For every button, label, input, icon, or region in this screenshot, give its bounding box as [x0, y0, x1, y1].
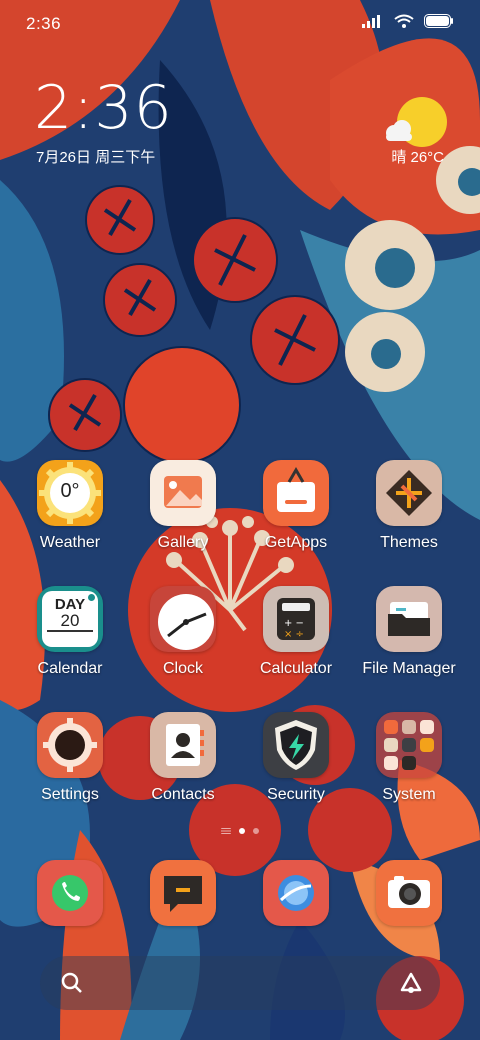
- weather-widget-temp[interactable]: 晴 26°C: [391, 146, 444, 167]
- app-label: Gallery: [157, 534, 209, 551]
- app-system-folder[interactable]: System: [353, 712, 465, 804]
- app-contacts[interactable]: Contacts: [127, 712, 239, 804]
- page-list-indicator[interactable]: [221, 828, 231, 834]
- calculator-icon: + − × ÷: [263, 586, 329, 652]
- status-icons: [362, 14, 454, 28]
- app-label: Weather: [39, 534, 101, 551]
- battery-icon: [424, 14, 453, 28]
- app-gallery[interactable]: Gallery: [127, 460, 239, 552]
- dock-phone[interactable]: [14, 860, 126, 926]
- folder-grid-icon: [376, 712, 442, 778]
- app-calendar[interactable]: DAY 20 Calendar: [14, 586, 126, 678]
- dock-messages[interactable]: [127, 860, 239, 926]
- app-vault-icon[interactable]: [398, 970, 424, 996]
- weather-tile-temp: 0°: [60, 480, 80, 502]
- themes-icon: [376, 460, 442, 526]
- browser-icon: [263, 860, 329, 926]
- dock: [0, 860, 480, 930]
- camera-icon: [376, 860, 442, 926]
- contacts-icon: [150, 712, 216, 778]
- clock-icon: [150, 586, 216, 652]
- app-file-manager[interactable]: File Manager: [353, 586, 465, 678]
- app-label: File Manager: [362, 660, 456, 677]
- app-label: Clock: [162, 660, 203, 677]
- gallery-icon: [150, 460, 216, 526]
- page-dot-active[interactable]: [239, 828, 245, 834]
- clock-widget-time[interactable]: 2:36: [34, 78, 173, 138]
- app-label: Themes: [380, 534, 438, 551]
- app-label: System: [382, 786, 436, 803]
- app-label: GetApps: [264, 534, 328, 551]
- gear-icon: [37, 712, 103, 778]
- app-security[interactable]: Security: [240, 712, 352, 804]
- app-label: Settings: [41, 786, 99, 803]
- shield-icon: [263, 712, 329, 778]
- message-icon: [150, 860, 216, 926]
- wifi-icon: [394, 14, 414, 28]
- app-label: Contacts: [151, 786, 215, 803]
- page-dot[interactable]: [253, 828, 259, 834]
- svg-text:× ÷: × ÷: [284, 629, 304, 640]
- search-bar[interactable]: [40, 956, 440, 1010]
- getapps-bag-icon: [263, 460, 329, 526]
- folder-icon: [376, 586, 442, 652]
- app-settings[interactable]: Settings: [14, 712, 126, 804]
- dock-camera[interactable]: [353, 860, 465, 926]
- app-clock[interactable]: Clock: [127, 586, 239, 678]
- dock-browser[interactable]: [240, 860, 352, 926]
- app-label: Security: [267, 786, 325, 803]
- app-getapps[interactable]: GetApps: [240, 460, 352, 552]
- signal-icon: [362, 15, 380, 28]
- search-icon[interactable]: [60, 971, 84, 995]
- calendar-tile-num: 20: [60, 611, 80, 630]
- calendar-icon: DAY 20: [37, 586, 103, 652]
- clock-widget-date[interactable]: 7月26日 周三下午: [36, 146, 155, 167]
- weather-sun-icon: 0°: [37, 460, 103, 526]
- page-indicator[interactable]: [0, 828, 480, 834]
- svg-text:+ −: + −: [284, 618, 304, 629]
- app-label: Calculator: [259, 660, 333, 677]
- app-weather[interactable]: 0° Weather: [14, 460, 126, 552]
- phone-icon: [37, 860, 103, 926]
- app-calculator[interactable]: + − × ÷ Calculator: [240, 586, 352, 678]
- app-label: Calendar: [37, 660, 103, 677]
- app-themes[interactable]: Themes: [353, 460, 465, 552]
- status-time: 2:36: [26, 14, 62, 33]
- status-bar: 2:36: [0, 0, 480, 50]
